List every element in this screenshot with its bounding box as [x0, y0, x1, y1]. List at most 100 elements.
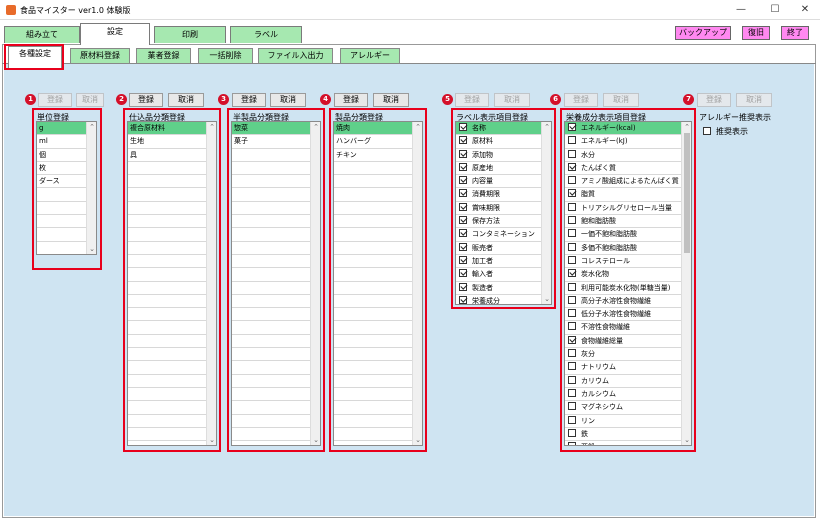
list-item[interactable]: [128, 348, 216, 362]
checkbox-icon[interactable]: [568, 149, 576, 158]
list-item[interactable]: カルシウム: [565, 388, 691, 402]
shikomi-cancel-button[interactable]: 取消: [168, 93, 204, 107]
list-item[interactable]: [128, 401, 216, 415]
list-item[interactable]: [128, 242, 216, 255]
list-item[interactable]: 消費期限: [456, 188, 551, 202]
list-item[interactable]: [128, 335, 216, 349]
checkbox-icon[interactable]: [568, 202, 576, 211]
list-item[interactable]: 飽和脂肪酸: [565, 215, 691, 229]
list-item[interactable]: コンタミネーション: [456, 228, 551, 242]
list-item[interactable]: 加工者: [456, 255, 551, 269]
list-item[interactable]: [128, 282, 216, 295]
label-cancel-button[interactable]: 取消: [494, 93, 530, 107]
list-item[interactable]: [232, 335, 320, 349]
nutrition-list-scrollbar[interactable]: ⌃ ⌄: [681, 122, 691, 445]
checkbox-icon[interactable]: [568, 216, 576, 225]
label-list-scrollbar[interactable]: ⌃ ⌄: [541, 122, 551, 304]
allergy-recommend-checkbox[interactable]: 推奨表示: [703, 126, 748, 137]
list-item[interactable]: 惣菜: [232, 122, 320, 136]
checkbox-icon[interactable]: [459, 176, 467, 185]
backup-button[interactable]: バックアップ: [675, 26, 731, 40]
list-item[interactable]: [128, 175, 216, 189]
list-item[interactable]: [334, 242, 422, 255]
nutrition-items-list[interactable]: エネルギー(kcal) エネルギー(kJ) 水分 たんぱく質 アミノ酸組成によるたんぱく…: [564, 121, 692, 446]
list-item[interactable]: 水分: [565, 149, 691, 162]
list-item[interactable]: [334, 335, 422, 349]
unit-cancel-button[interactable]: 取消: [76, 93, 104, 107]
exit-button[interactable]: 終了: [781, 26, 809, 40]
scroll-down-icon[interactable]: ⌄: [311, 435, 320, 445]
shikomi-list[interactable]: 複合原材料 生地具 ⌃ ⌄: [127, 121, 217, 446]
checkbox-icon[interactable]: [568, 402, 576, 411]
list-item[interactable]: [232, 242, 320, 255]
checkbox-icon[interactable]: [568, 375, 576, 384]
list-item[interactable]: 焼肉: [334, 122, 422, 136]
minimize-button[interactable]: —: [726, 2, 756, 18]
unit-list-scrollbar[interactable]: ⌃ ⌄: [86, 122, 96, 254]
list-item[interactable]: 添加物: [456, 149, 551, 162]
list-item[interactable]: [128, 375, 216, 388]
shikomi-list-scrollbar[interactable]: ⌃ ⌄: [206, 122, 216, 445]
scroll-up-icon[interactable]: ⌃: [87, 122, 96, 132]
scroll-down-icon[interactable]: ⌄: [207, 435, 216, 445]
list-item[interactable]: [232, 202, 320, 216]
list-item[interactable]: [334, 441, 422, 445]
subtab-file-io[interactable]: ファイル入出力: [258, 48, 333, 63]
list-item[interactable]: 脂質: [565, 188, 691, 202]
list-item[interactable]: [232, 401, 320, 415]
checkbox-icon[interactable]: [459, 162, 467, 171]
checkbox-icon[interactable]: [568, 229, 576, 238]
checkbox-icon[interactable]: [459, 269, 467, 278]
list-item[interactable]: マグネシウム: [565, 401, 691, 415]
list-item[interactable]: [232, 215, 320, 229]
list-item[interactable]: [232, 295, 320, 309]
list-item[interactable]: [128, 228, 216, 242]
checkbox-icon[interactable]: [459, 189, 467, 198]
checkbox-icon[interactable]: [568, 295, 576, 304]
checkbox-icon[interactable]: [459, 136, 467, 145]
checkbox-icon[interactable]: [568, 282, 576, 291]
list-item[interactable]: [334, 282, 422, 295]
list-item[interactable]: [232, 375, 320, 388]
list-item[interactable]: アミノ酸組成によるたんぱく質: [565, 175, 691, 189]
checkbox-icon[interactable]: [459, 242, 467, 251]
list-item[interactable]: [232, 321, 320, 335]
label-items-list[interactable]: 名称 原材料 添加物 原産地 内容量 消費期限 賞味期限 保存方法 コンタミネーション 販売者 加工…: [455, 121, 552, 305]
checkbox-icon[interactable]: [568, 388, 576, 397]
checkbox-icon[interactable]: [568, 136, 576, 145]
list-item[interactable]: ハンバーグ: [334, 135, 422, 149]
list-item[interactable]: 賞味期限: [456, 202, 551, 216]
allergy-register-button[interactable]: 登録: [697, 93, 731, 107]
maximize-button[interactable]: ☐: [760, 2, 790, 18]
list-item[interactable]: 生地: [128, 135, 216, 149]
checkbox-icon[interactable]: [459, 202, 467, 211]
list-item[interactable]: たんぱく質: [565, 162, 691, 176]
list-item[interactable]: [232, 162, 320, 176]
list-item[interactable]: [232, 428, 320, 442]
list-item[interactable]: 販売者: [456, 242, 551, 255]
list-item[interactable]: コレステロール: [565, 255, 691, 269]
list-item[interactable]: [128, 162, 216, 176]
checkbox-icon[interactable]: [568, 442, 576, 445]
list-item[interactable]: [128, 428, 216, 442]
checkbox-icon[interactable]: [703, 127, 711, 135]
checkbox-icon[interactable]: [568, 189, 576, 198]
list-item[interactable]: [334, 175, 422, 189]
list-item[interactable]: [128, 215, 216, 229]
list-item[interactable]: [128, 361, 216, 375]
list-item[interactable]: [128, 415, 216, 428]
hanseihin-cancel-button[interactable]: 取消: [270, 93, 306, 107]
list-item[interactable]: 灰分: [565, 348, 691, 362]
list-item[interactable]: 名称: [456, 122, 551, 136]
scroll-down-icon[interactable]: ⌄: [682, 435, 691, 445]
list-item[interactable]: [128, 441, 216, 445]
scroll-up-icon[interactable]: ⌃: [207, 122, 216, 132]
checkbox-icon[interactable]: [568, 242, 576, 251]
checkbox-icon[interactable]: [568, 415, 576, 424]
list-item[interactable]: 高分子水溶性食物繊維: [565, 295, 691, 309]
seihin-cancel-button[interactable]: 取消: [373, 93, 409, 107]
unit-list[interactable]: g ml 個枚ダース ⌃ ⌄: [36, 121, 97, 255]
hanseihin-register-button[interactable]: 登録: [232, 93, 266, 107]
list-item[interactable]: 利用可能炭水化物(単糖当量): [565, 282, 691, 295]
list-item[interactable]: 多価不飽和脂肪酸: [565, 242, 691, 255]
